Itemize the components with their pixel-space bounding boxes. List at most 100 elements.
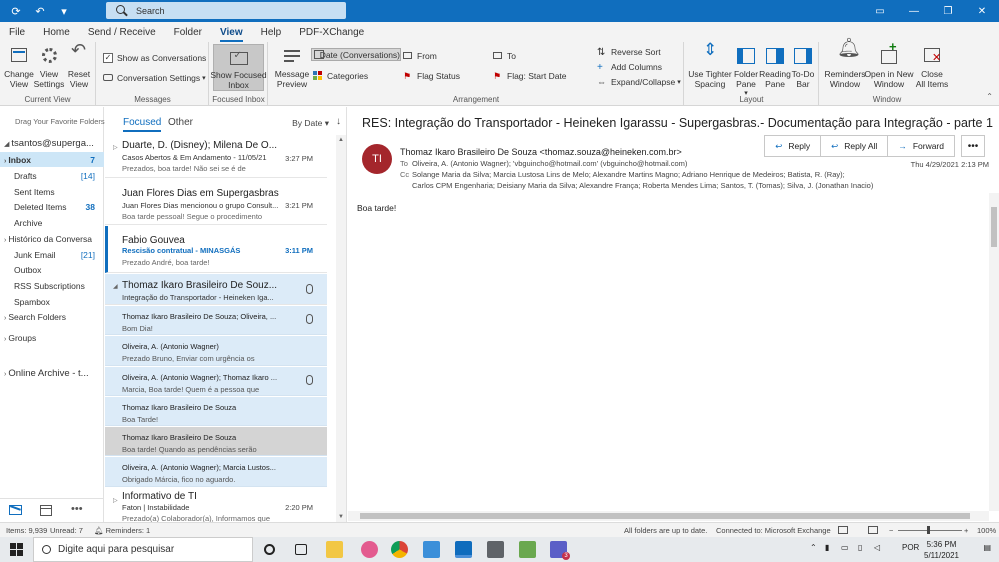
tab-help[interactable]: Help: [252, 27, 291, 42]
online-archive-root[interactable]: › Online Archive - t...: [0, 366, 104, 381]
mail-icon[interactable]: [9, 505, 22, 516]
folder-sent-items[interactable]: Sent Items: [0, 184, 104, 199]
zoom-out-icon[interactable]: −: [889, 526, 893, 535]
conversation-settings-button[interactable]: Conversation Settings ▾: [103, 71, 206, 84]
search-box[interactable]: Search: [106, 2, 346, 19]
folder-historico[interactable]: › Histórico da Conversa: [0, 231, 104, 246]
groups-root[interactable]: › Groups: [0, 330, 104, 345]
sort-direction-icon[interactable]: ↓: [336, 116, 341, 127]
reading-view-icon[interactable]: [868, 526, 878, 534]
conversation-item[interactable]: Oliveira, A. (Antonio Wagner) Prezado Br…: [105, 336, 327, 366]
chrome-icon[interactable]: [391, 541, 408, 558]
arrange-categories[interactable]: Categories: [313, 69, 368, 82]
notifications-icon[interactable]: ▤: [983, 543, 991, 552]
list-item[interactable]: Fabio Gouvea 3:11 PM Rescisão contratual…: [105, 226, 327, 273]
zoom-slider[interactable]: [898, 530, 962, 531]
reading-horizontal-scrollbar[interactable]: [348, 511, 989, 521]
open-new-window-button[interactable]: + Open in New Window: [864, 40, 913, 89]
file-explorer-icon[interactable]: [326, 541, 343, 558]
conversation-item[interactable]: Oliveira, A. (Antonio Wagner); Marcia Lu…: [105, 457, 327, 487]
expand-collapse-button[interactable]: ⇔ Expand/Collapse ▾: [597, 75, 681, 88]
reset-view-button[interactable]: ↶ Reset View: [64, 41, 94, 89]
conversation-header[interactable]: ◢ Thomaz Ikaro Brasileiro De Souz... Int…: [105, 274, 327, 305]
arrange-to[interactable]: To: [493, 49, 516, 62]
more-apps-icon[interactable]: •••: [71, 504, 84, 516]
folder-rss[interactable]: RSS Subscriptions: [0, 278, 104, 293]
microphone-icon[interactable]: ▮: [825, 543, 829, 552]
scroll-down-icon[interactable]: ▼: [336, 512, 346, 522]
show-as-conversations-checkbox[interactable]: ✓ Show as Conversations: [103, 51, 206, 64]
minimize-button[interactable]: —: [897, 0, 931, 22]
folder-spambox[interactable]: Spambox: [0, 294, 104, 309]
tab-other[interactable]: Other: [168, 117, 193, 128]
arrange-date-conversations[interactable]: Date (Conversations): [311, 48, 401, 61]
tab-pdf-xchange[interactable]: PDF-XChange: [290, 27, 373, 42]
list-item[interactable]: ▷ Informativo de TI 2:20 PM Faton | Inst…: [105, 488, 327, 522]
send-receive-icon[interactable]: ⟳: [10, 5, 22, 18]
arrange-from[interactable]: From: [403, 49, 437, 62]
teams-icon[interactable]: 3: [550, 541, 570, 560]
folder-outbox[interactable]: Outbox: [0, 262, 104, 277]
folder-inbox[interactable]: › Inbox 7: [0, 152, 104, 167]
folder-junk-email[interactable]: Junk Email [21]: [0, 247, 104, 262]
cortana-icon[interactable]: [264, 544, 275, 555]
calculator-icon[interactable]: [487, 541, 504, 558]
todo-bar-button[interactable]: To-Do Bar: [789, 45, 817, 89]
reminders-window-button[interactable]: 🔔︎ Reminders Window: [824, 39, 866, 89]
language-indicator[interactable]: POR: [902, 543, 919, 552]
zoom-slider-thumb[interactable]: [927, 526, 930, 534]
scroll-up-icon[interactable]: ▲: [336, 135, 346, 145]
forward-button[interactable]: → Forward: [888, 136, 954, 156]
expand-conversation-icon[interactable]: ▷: [113, 497, 118, 504]
app-icon[interactable]: [519, 541, 536, 558]
change-view-button[interactable]: Change View: [4, 45, 34, 89]
calendar-icon[interactable]: [40, 505, 53, 516]
tab-send-receive[interactable]: Send / Receive: [79, 27, 165, 42]
sender[interactable]: Thomaz Ikaro Brasileiro De Souza <thomaz…: [400, 147, 682, 157]
arrange-flag-status[interactable]: ⚑ Flag Status: [403, 69, 460, 82]
list-item[interactable]: Juan Flores Dias em Supergasbras 3:21 PM…: [105, 179, 327, 225]
undo-icon[interactable]: ↶: [34, 5, 46, 18]
tab-folder[interactable]: Folder: [165, 27, 211, 42]
tab-file[interactable]: File: [0, 27, 34, 42]
windows-start-icon[interactable]: [10, 543, 23, 556]
volume-icon[interactable]: ◁: [874, 543, 880, 552]
list-scrollbar[interactable]: ▲ ▼: [336, 135, 346, 522]
conversation-item[interactable]: Thomaz Ikaro Brasileiro De Souza; Olivei…: [105, 306, 327, 335]
reply-button[interactable]: ↩ Reply: [765, 136, 822, 156]
sender-avatar[interactable]: TI: [362, 144, 392, 174]
taskbar-search[interactable]: Digite aqui para pesquisar: [33, 537, 253, 562]
battery-icon[interactable]: ▯: [858, 543, 862, 552]
list-item[interactable]: ▷ Duarte, D. (Disney); Milena De O... 3:…: [105, 135, 327, 178]
folder-deleted-items[interactable]: Deleted Items 38: [0, 199, 104, 214]
app-icon[interactable]: [423, 541, 440, 558]
show-focused-inbox-button[interactable]: ✓ Show Focused Inbox: [210, 44, 267, 91]
zoom-level[interactable]: 100%: [977, 526, 996, 535]
folder-drafts[interactable]: Drafts [14]: [0, 168, 104, 183]
message-preview-button[interactable]: Message Preview: [273, 45, 311, 89]
restore-button[interactable]: ❐: [931, 0, 965, 22]
close-all-items-button[interactable]: ✕ Close All Items: [912, 45, 952, 89]
expand-conversation-icon[interactable]: ▷: [113, 144, 118, 151]
task-view-icon[interactable]: [295, 544, 307, 555]
folder-pane-button[interactable]: Folder Pane ▾: [731, 45, 761, 99]
add-columns-button[interactable]: + Add Columns: [597, 60, 662, 73]
reply-all-button[interactable]: ↩ Reply All: [821, 136, 889, 156]
chevron-up-icon[interactable]: ⌃: [810, 543, 817, 552]
tab-view[interactable]: View: [211, 27, 252, 42]
conversation-item[interactable]: Thomaz Ikaro Brasileiro De Souza Boa Tar…: [105, 397, 327, 426]
use-tighter-spacing-button[interactable]: ⇕ Use Tighter Spacing: [688, 41, 732, 89]
zoom-in-icon[interactable]: +: [964, 526, 968, 535]
view-settings-button[interactable]: View Settings: [34, 45, 64, 89]
ribbon-display-icon[interactable]: ▭: [863, 0, 897, 22]
reminders-count[interactable]: 🔔︎ Reminders: 1: [94, 526, 150, 535]
more-actions-button[interactable]: •••: [961, 135, 985, 157]
network-icon[interactable]: ▭: [841, 543, 849, 552]
clock[interactable]: 5:36 PM 5/11/2021: [924, 539, 959, 561]
reverse-sort-button[interactable]: ⇅ Reverse Sort: [597, 45, 661, 58]
arrange-flag-start-date[interactable]: ⚑ Flag: Start Date: [493, 69, 567, 82]
normal-view-icon[interactable]: [838, 526, 848, 534]
sort-by-date[interactable]: By Date ▾: [292, 118, 329, 129]
outlook-icon[interactable]: [455, 541, 472, 558]
conversation-item-selected[interactable]: Thomaz Ikaro Brasileiro De Souza Boa tar…: [105, 427, 327, 456]
